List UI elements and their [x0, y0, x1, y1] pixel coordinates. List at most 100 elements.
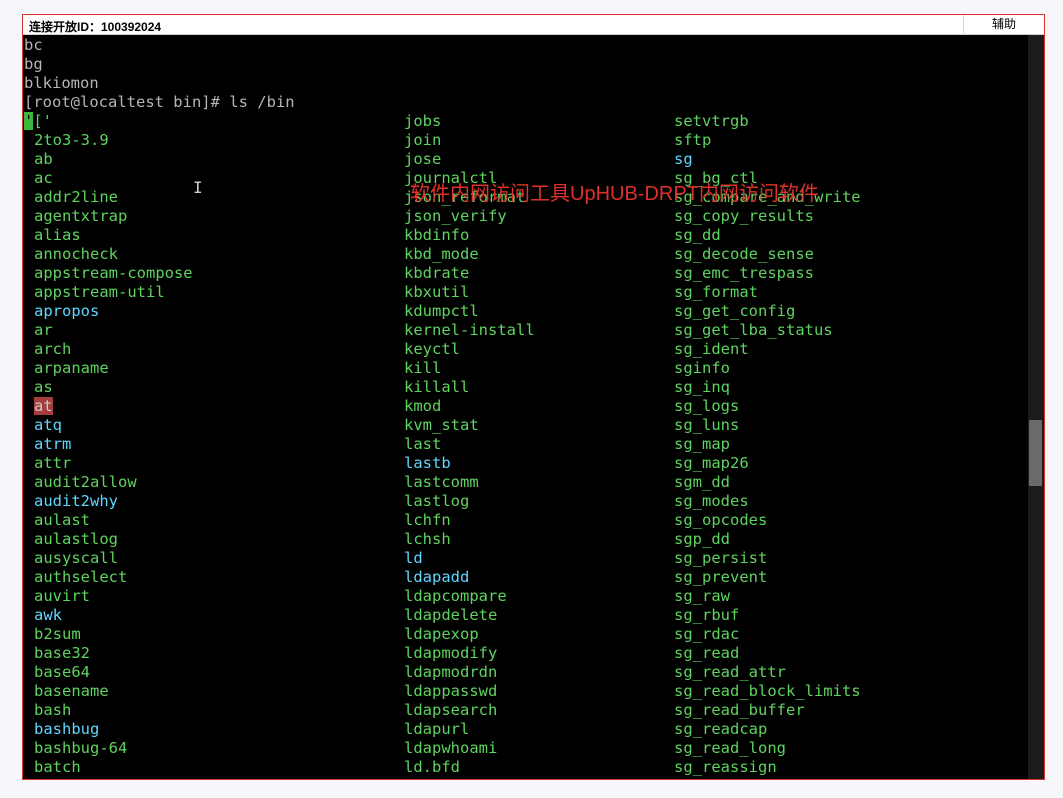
file-entry: killall: [404, 378, 470, 396]
file-entry: sg_read_block_limits: [674, 682, 861, 700]
file-entry: ab: [34, 150, 53, 169]
file-entry: as: [34, 378, 53, 397]
file-entry: bash: [34, 701, 71, 720]
file-entry-name: authselect: [34, 568, 128, 586]
file-entry-name: alias: [34, 226, 81, 244]
file-entry-name: attr: [34, 454, 72, 472]
file-entry: sg_read_long: [674, 739, 786, 757]
file-entry-name: bash: [34, 701, 72, 719]
file-entry: atrm: [34, 435, 71, 454]
file-entry: ldapurl: [404, 720, 470, 738]
file-entry: ldapwhoami: [404, 739, 498, 757]
watermark-text: 软件内网访问工具UpHUB-DRPT内网访问软件: [410, 183, 819, 205]
file-entry-name: apropos: [34, 302, 100, 320]
file-entry: awk: [34, 606, 62, 625]
file-entry: jose: [404, 150, 442, 168]
file-entry-name: awk: [34, 606, 62, 624]
file-entry: arpaname: [34, 359, 109, 378]
file-entry: sg_copy_results: [674, 207, 814, 225]
file-entry: lchfn: [404, 511, 451, 529]
file-entry-name: annocheck: [34, 245, 118, 263]
file-entry-name: 2to3-3.9: [34, 131, 109, 149]
file-entry-name: basename: [34, 682, 109, 700]
file-entry: ldappasswd: [404, 682, 498, 700]
file-entry-name: bashbug-64: [34, 739, 128, 757]
file-entry: '[': [24, 112, 52, 131]
file-entry: bashbug: [34, 720, 99, 739]
file-entry: sg_decode_sense: [674, 245, 814, 263]
file-entry-name: at: [34, 397, 53, 415]
terminal-output[interactable]: bc bg blkiomon [root@localtest bin]# ls /bi…: [23, 35, 1030, 779]
file-entry: sg_emc_trespass: [674, 264, 814, 282]
file-entry-name: base32: [34, 644, 90, 662]
file-entry: 2to3-3.9: [34, 131, 109, 150]
file-entry: kbd_mode: [404, 245, 479, 263]
file-entry-name: appstream-compose: [34, 264, 193, 282]
shell-prompt-line: [root@localtest bin]# ls /bin: [24, 93, 295, 111]
file-entry: join: [404, 131, 442, 149]
file-entry: sg_map: [674, 435, 730, 453]
file-entry-name: ar: [34, 321, 53, 339]
file-entry-name: base64: [34, 663, 90, 681]
file-entry: authselect: [34, 568, 127, 587]
file-entry: aulast: [34, 511, 90, 530]
file-entry: auvirt: [34, 587, 90, 606]
file-entry: sg: [674, 150, 693, 168]
file-entry: kernel-install: [404, 321, 535, 339]
terminal-scrollbar[interactable]: [1028, 35, 1044, 779]
file-entry: lchsh: [404, 530, 451, 548]
file-entry: ldapdelete: [404, 606, 498, 624]
file-entry-name: addr2line: [34, 188, 118, 206]
file-entry: lastcomm: [404, 473, 479, 491]
terminal-cursor: ': [24, 112, 34, 130]
file-entry-name: ac: [34, 169, 53, 187]
file-entry: appstream-compose: [34, 264, 193, 283]
file-entry: sgm_dd: [674, 473, 730, 491]
file-entry: kmod: [404, 397, 442, 415]
file-entry-name: auvirt: [34, 587, 90, 605]
file-entry: atq: [34, 416, 62, 435]
file-entry: agentxtrap: [34, 207, 127, 226]
assist-button[interactable]: 辅助: [963, 15, 1044, 34]
file-entry-name: atrm: [34, 435, 72, 453]
file-entry: sg_read: [674, 644, 740, 662]
file-entry: audit2allow: [34, 473, 137, 492]
file-entry: sg_map26: [674, 454, 749, 472]
file-entry-name: bashbug: [34, 720, 100, 738]
file-entry: ldapcompare: [404, 587, 507, 605]
file-entry: sg_readcap: [674, 720, 768, 738]
file-entry: attr: [34, 454, 71, 473]
file-entry: sg_raw: [674, 587, 730, 605]
text-cursor-icon: I: [193, 178, 203, 197]
file-entry: sgp_dd: [674, 530, 730, 548]
file-entry: kill: [404, 359, 442, 377]
file-entry: keyctl: [404, 340, 460, 358]
file-entry: addr2line: [34, 188, 118, 207]
file-entry: alias: [34, 226, 81, 245]
file-entry-name: atq: [34, 416, 62, 434]
file-entry: sftp: [674, 131, 712, 149]
file-entry: kvm_stat: [404, 416, 479, 434]
file-entry: sginfo: [674, 359, 730, 377]
file-entry-name: b2sum: [34, 625, 81, 643]
file-entry-name: [': [33, 112, 53, 130]
file-entry: sg_rdac: [674, 625, 740, 643]
file-entry: sg_read_attr: [674, 663, 786, 681]
file-entry-name: ab: [34, 150, 53, 168]
file-entry: lastb: [404, 454, 451, 472]
file-entry: aulastlog: [34, 530, 118, 549]
terminal-line: bc: [24, 36, 43, 54]
file-entry: annocheck: [34, 245, 118, 264]
file-entry: batch: [34, 758, 81, 777]
file-entry: bashbug-64: [34, 739, 127, 758]
file-entry-name: batch: [34, 758, 81, 776]
file-entry: ldapsearch: [404, 701, 498, 719]
file-entry: base64: [34, 663, 90, 682]
file-entry: sg_persist: [674, 549, 768, 567]
file-entry: sg_get_config: [674, 302, 796, 320]
file-entry: basename: [34, 682, 109, 701]
file-entry: appstream-util: [34, 283, 165, 302]
file-entry: arch: [34, 340, 71, 359]
scrollbar-thumb[interactable]: [1029, 420, 1042, 486]
file-entry-name: audit2allow: [34, 473, 137, 491]
